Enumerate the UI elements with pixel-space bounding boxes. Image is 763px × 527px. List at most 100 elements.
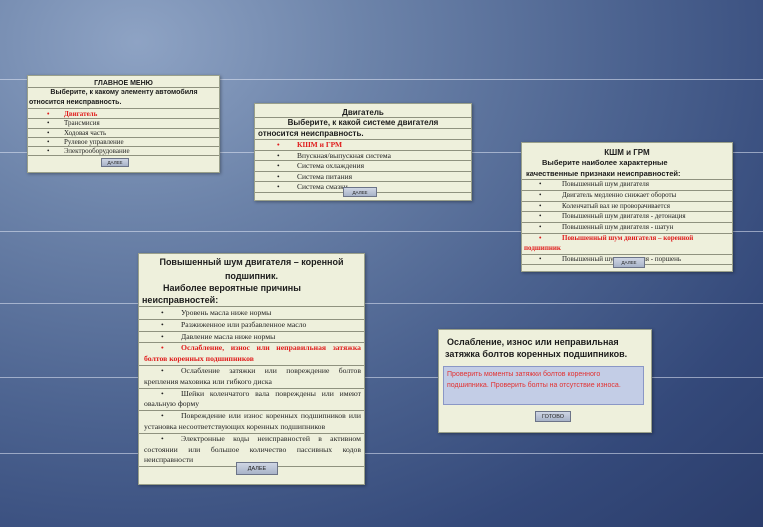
kshm-menu-prompt-2: качественные признаки неисправностей: — [522, 168, 732, 180]
background-rule — [0, 453, 763, 454]
causes-title-2: подшипник. — [225, 271, 278, 281]
cause-item[interactable]: • Уровень масла ниже нормы — [139, 308, 364, 320]
menu-item-fuel[interactable]: • Система питания — [255, 171, 471, 182]
menu-item-steering[interactable]: • Рулевое управление — [28, 137, 219, 148]
menu-item-label: Система питания — [297, 171, 353, 181]
cause-label: Шейки коленчатого вала повреждены или им… — [144, 388, 361, 409]
cause-item[interactable]: • Давление масла ниже нормы — [139, 332, 364, 344]
menu-item-label: Трансмисия — [64, 119, 100, 128]
engine-menu-prompt: Выберите, к какой системе двигателя — [255, 118, 471, 129]
menu-item-kshm-grm[interactable]: • КШМ и ГРМ — [255, 140, 471, 151]
bullet-icon: • — [47, 137, 50, 146]
symptom-item[interactable]: • Коленчатый вал не проворачивается — [522, 202, 732, 213]
engine-menu-prompt-2: относится неисправность. — [255, 129, 471, 140]
bullet-icon: • — [277, 161, 280, 170]
bullet-icon: • — [539, 201, 542, 210]
bullet-icon: • — [539, 190, 542, 199]
next-button[interactable]: ДАЛЕЕ — [101, 158, 129, 167]
bullet-icon: • — [47, 119, 50, 128]
causes-title: Повышенный шум двигателя – коренной — [159, 257, 344, 267]
bullet-icon: • — [539, 180, 542, 188]
menu-item-label: Электрооборудование — [64, 147, 130, 156]
symptom-item[interactable]: • Повышенный шум двигателя - шатун — [522, 223, 732, 234]
bullet-icon: • — [277, 171, 280, 181]
bullet-icon: • — [277, 150, 280, 160]
symptom-label: Повышенный шум двигателя — [562, 180, 650, 188]
menu-item-label: Впускная/выпускная система — [297, 150, 391, 160]
main-menu-title: ГЛАВНОЕ МЕНЮ — [28, 80, 219, 88]
causes-list: • Уровень масла ниже нормы • Разжиженное и… — [139, 308, 364, 468]
cause-item[interactable]: • Разжиженное или разбавленное масло — [139, 320, 364, 332]
bullet-icon: • — [539, 223, 542, 232]
next-button[interactable]: ДАЛЕЕ — [236, 462, 278, 475]
menu-item-label: Система охлаждения — [297, 161, 365, 170]
cause-item[interactable]: • Ослабление затяжки или повреждение болт… — [139, 366, 364, 389]
bullet-icon: • — [539, 212, 542, 221]
kshm-menu-list: • Повышенный шум двигателя • Двигатель мед… — [522, 180, 732, 266]
next-button[interactable]: ДАЛЕЕ — [343, 187, 377, 197]
causes-prompt: Наиболее вероятные причины — [163, 283, 301, 293]
cause-label: Ослабление затяжки или повреждение болто… — [144, 365, 361, 386]
symptom-item[interactable]: • Повышенный шум двигателя — [522, 180, 732, 191]
solution-answer: Проверить моменты затяжки болтов коренно… — [443, 366, 644, 405]
causes-menu-panel: Повышенный шум двигателя – коренной подш… — [138, 253, 365, 485]
cause-item-bearing-bolts[interactable]: • Ослабление, износ или неправильная затя… — [139, 343, 364, 366]
symptom-label: Двигатель медленно снижает обороты — [562, 190, 677, 199]
cause-label: Ослабление, износ или неправильная затяж… — [144, 343, 361, 364]
menu-item-cooling[interactable]: • Система охлаждения — [255, 161, 471, 172]
bullet-icon: • — [277, 182, 280, 191]
kshm-menu-title: КШМ и ГРМ — [604, 148, 650, 157]
menu-item-engine[interactable]: • Двигатель — [28, 110, 219, 120]
cause-label: Уровень масла ниже нормы — [181, 308, 272, 317]
menu-item-label: КШМ и ГРМ — [297, 140, 343, 149]
menu-item-label: Система смазки — [297, 182, 348, 191]
menu-item-label: Двигатель — [64, 110, 98, 118]
bullet-icon: • — [161, 319, 164, 329]
background-rule — [0, 303, 763, 304]
bullet-icon: • — [539, 233, 542, 242]
cause-label: Электронные коды неисправностей в активн… — [144, 433, 361, 465]
engine-menu-list: • КШМ и ГРМ • Впускная/выпускная система •… — [255, 140, 471, 193]
menu-item-transmission[interactable]: • Трансмисия — [28, 119, 219, 129]
menu-item-intake-exhaust[interactable]: • Впускная/выпускная система — [255, 150, 471, 161]
causes-prompt-2: неисправностей: — [139, 294, 364, 307]
bullet-icon: • — [161, 343, 164, 353]
symptom-item[interactable]: • Двигатель медленно снижает обороты — [522, 191, 732, 202]
menu-item-chassis[interactable]: • Ходовая часть — [28, 129, 219, 138]
cause-label: Разжиженное или разбавленное масло — [181, 319, 307, 329]
bullet-icon: • — [161, 411, 164, 421]
menu-item-electrical[interactable]: • Электрооборудование — [28, 147, 219, 157]
solution-panel: Ослабление, износ или неправильная затяж… — [438, 329, 652, 433]
done-button[interactable]: ГОТОВО — [535, 411, 571, 422]
kshm-menu-panel: КШМ и ГРМ Выберите наиболее характерные … — [521, 142, 733, 272]
main-menu-prompt-2: относится неисправность. — [28, 98, 219, 109]
bullet-icon: • — [161, 433, 164, 443]
solution-title-2: затяжка болтов коренных подшипников. — [445, 349, 628, 359]
symptom-label: Коленчатый вал не проворачивается — [562, 201, 671, 210]
cause-label: Повреждение или износ коренных подшипник… — [144, 411, 361, 431]
engine-menu-title: Двигатель — [255, 108, 471, 118]
solution-title: Ослабление, износ или неправильная — [447, 337, 619, 347]
symptom-label: Повышенный шум двигателя - детонация — [562, 212, 686, 221]
menu-item-label: Ходовая часть — [64, 128, 107, 137]
cause-item[interactable]: • Повреждение или износ коренных подшипни… — [139, 411, 364, 434]
menu-item-label: Рулевое управление — [64, 137, 124, 146]
next-button[interactable]: ДАЛЕЕ — [613, 257, 645, 268]
cause-item[interactable]: • Шейки коленчатого вала повреждены или и… — [139, 389, 364, 412]
symptom-label: Повышенный шум двигателя - шатун — [562, 223, 674, 232]
symptom-item[interactable]: • Повышенный шум двигателя - детонация — [522, 212, 732, 224]
bullet-icon: • — [47, 128, 50, 137]
main-menu-prompt: Выберите, к какому элементу автомобиля — [50, 89, 198, 96]
engine-menu-panel: Двигатель Выберите, к какой системе двиг… — [254, 103, 472, 201]
kshm-menu-prompt: Выберите наиболее характерные — [542, 158, 668, 167]
symptom-label: Повышенный шум двигателя – коренной подш… — [524, 233, 694, 252]
bullet-icon: • — [539, 254, 542, 263]
bullet-icon: • — [47, 110, 50, 118]
symptom-item-main-bearing[interactable]: • Повышенный шум двигателя – коренной под… — [522, 234, 732, 255]
bullet-icon: • — [161, 331, 164, 341]
bullet-icon: • — [161, 388, 164, 398]
cause-label: Давление масла ниже нормы — [181, 331, 276, 341]
main-menu-list: • Двигатель • Трансмисия • Ходовая часть • Р… — [28, 110, 219, 157]
bullet-icon: • — [277, 140, 280, 149]
main-menu-panel: ГЛАВНОЕ МЕНЮ Выберите, к какому элементу… — [27, 75, 220, 173]
